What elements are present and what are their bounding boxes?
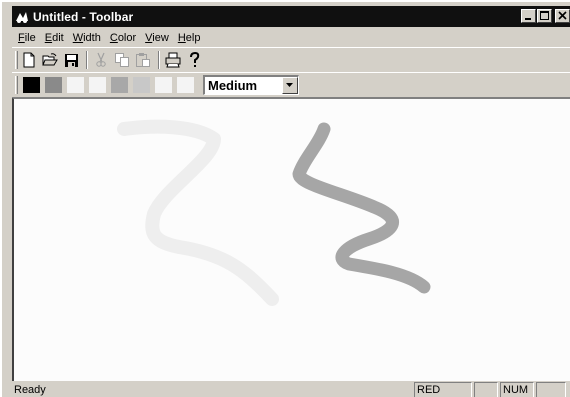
title-bar[interactable]: Untitled - Toolbar (12, 6, 570, 27)
menu-color-label: olor (117, 32, 137, 44)
color-swatch-light-gray[interactable] (133, 77, 150, 93)
menu-edit-accel: E (44, 32, 53, 44)
menu-view[interactable]: View (141, 32, 174, 44)
menu-width[interactable]: Width (69, 32, 106, 44)
copy-icon (115, 53, 129, 67)
menu-width-accel: W (72, 32, 84, 44)
color-swatch-mid-gray[interactable] (111, 77, 128, 93)
paste-button[interactable] (135, 52, 151, 68)
toolbar-grip[interactable] (15, 51, 18, 69)
color-swatch-white-4[interactable] (177, 77, 194, 93)
drawing-canvas[interactable] (12, 98, 570, 381)
print-icon (165, 52, 181, 68)
help-icon (190, 52, 200, 67)
color-swatch-white-1[interactable] (67, 77, 84, 93)
new-button[interactable] (21, 52, 37, 68)
open-icon (42, 53, 58, 66)
menu-view-label: iew (152, 32, 169, 44)
maximize-button[interactable] (537, 9, 552, 23)
width-combobox[interactable]: Medium (203, 75, 299, 95)
toolbar-grip[interactable] (15, 76, 18, 94)
copy-button[interactable] (114, 52, 130, 68)
close-icon (558, 11, 567, 20)
new-icon (23, 52, 35, 68)
open-button[interactable] (42, 52, 58, 68)
status-pane-num: NUM (500, 382, 534, 397)
menu-color-accel: C (109, 32, 118, 44)
menu-width-label: idth (83, 32, 101, 44)
menu-help-accel: H (177, 32, 186, 44)
chevron-down-icon (286, 83, 293, 87)
menu-bar: File Edit Width Color View Help (14, 29, 205, 47)
help-button[interactable] (186, 52, 202, 68)
width-combobox-value: Medium (208, 78, 258, 93)
width-combobox-dropdown[interactable] (282, 77, 298, 94)
menu-help[interactable]: Help (174, 32, 206, 44)
status-text: Ready (14, 384, 46, 396)
menu-edit[interactable]: Edit (41, 32, 69, 44)
save-button[interactable] (63, 52, 79, 68)
cut-icon (96, 52, 106, 67)
save-icon (64, 53, 78, 67)
status-pane-scroll (536, 382, 566, 397)
color-swatch-white-3[interactable] (155, 77, 172, 93)
paste-icon (136, 53, 150, 67)
color-swatch-black[interactable] (23, 77, 40, 93)
standard-toolbar (12, 47, 570, 73)
menu-file-accel: F (18, 32, 25, 44)
toolbar-separator (86, 51, 88, 69)
canvas-drawing (117, 119, 431, 306)
app-icon[interactable] (14, 9, 30, 25)
menu-color[interactable]: Color (106, 32, 141, 44)
color-swatch-white-2[interactable] (89, 77, 106, 93)
color-swatch-gray[interactable] (45, 77, 62, 93)
canvas-stroke-dark (292, 122, 431, 294)
status-pane-color: RED (414, 382, 472, 397)
menu-file[interactable]: File (14, 32, 41, 44)
status-bar: Ready RED NUM (2, 381, 570, 397)
canvas-stroke-light (117, 119, 279, 306)
color-toolbar: Medium (12, 72, 570, 98)
minimize-button[interactable] (521, 9, 536, 23)
status-pane-caps (474, 382, 498, 397)
application-window: Untitled - Toolbar File Edit Width Color… (0, 0, 570, 397)
menu-file-label: ile (24, 32, 36, 44)
menu-edit-label: dit (52, 32, 64, 44)
cut-button[interactable] (93, 52, 109, 68)
window-title: Untitled - Toolbar (33, 9, 134, 24)
menu-help-label: elp (185, 32, 201, 44)
minimize-icon (525, 18, 531, 20)
print-button[interactable] (165, 52, 181, 68)
maximize-icon (540, 11, 549, 20)
close-button[interactable] (555, 9, 570, 23)
toolbar-separator (158, 51, 160, 69)
